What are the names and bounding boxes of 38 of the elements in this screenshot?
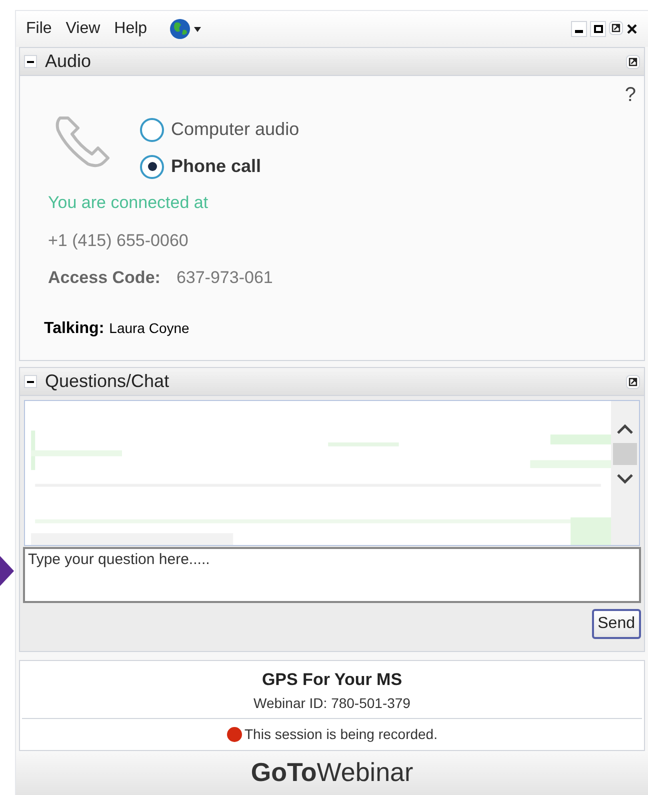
radio-button[interactable] xyxy=(140,118,164,142)
talking-name: Laura Coyne xyxy=(109,318,190,338)
radio-button[interactable] xyxy=(140,154,164,178)
scrollbar[interactable] xyxy=(611,401,639,545)
audio-option[interactable]: Computer audio xyxy=(140,116,300,143)
access-code-label: Access Code: xyxy=(48,267,160,289)
phone-number: +1 (415) 655-0060 xyxy=(48,230,190,252)
connection-status: You are connected at xyxy=(48,192,210,214)
pop-out-icon[interactable] xyxy=(626,54,640,68)
talking-label: Talking: xyxy=(44,318,104,338)
recording-notice: This session is being recorded. xyxy=(244,724,438,744)
minimize-button[interactable] xyxy=(571,21,587,37)
panel-title: Audio xyxy=(45,50,92,73)
language-menu-button[interactable] xyxy=(169,18,202,40)
gotowebinar-logo: GoToWebinar xyxy=(250,756,414,790)
menu-item[interactable]: Help xyxy=(114,17,148,41)
pop-out-icon[interactable] xyxy=(609,21,623,35)
question-input-field[interactable]: Type your question here..... xyxy=(23,547,641,603)
access-code: 637-973-061 xyxy=(176,267,273,289)
menu-item[interactable]: View xyxy=(66,17,100,41)
pointer-arrow-icon xyxy=(0,556,14,586)
collapse-button[interactable] xyxy=(24,375,37,388)
panel-title: Questions/Chat xyxy=(45,370,170,393)
scroll-thumb[interactable] xyxy=(613,443,637,465)
chevron-up-icon[interactable] xyxy=(616,423,634,435)
phone-handset-icon xyxy=(54,114,112,170)
pop-out-icon[interactable] xyxy=(626,374,640,388)
help-button[interactable]: ? xyxy=(624,80,636,110)
collapse-button[interactable] xyxy=(24,55,37,68)
caret-icon xyxy=(194,26,202,32)
audio-option[interactable]: Phone call xyxy=(140,153,300,180)
maximize-button[interactable] xyxy=(590,21,606,37)
webinar-title: GPS For Your MS xyxy=(262,669,402,691)
menu-item[interactable]: File xyxy=(26,17,52,41)
send-button[interactable]: Send xyxy=(592,609,641,639)
chevron-down-icon[interactable] xyxy=(616,473,634,485)
globe-icon xyxy=(169,18,192,40)
webinar-id: Webinar ID: 780-501-379 xyxy=(254,694,410,712)
